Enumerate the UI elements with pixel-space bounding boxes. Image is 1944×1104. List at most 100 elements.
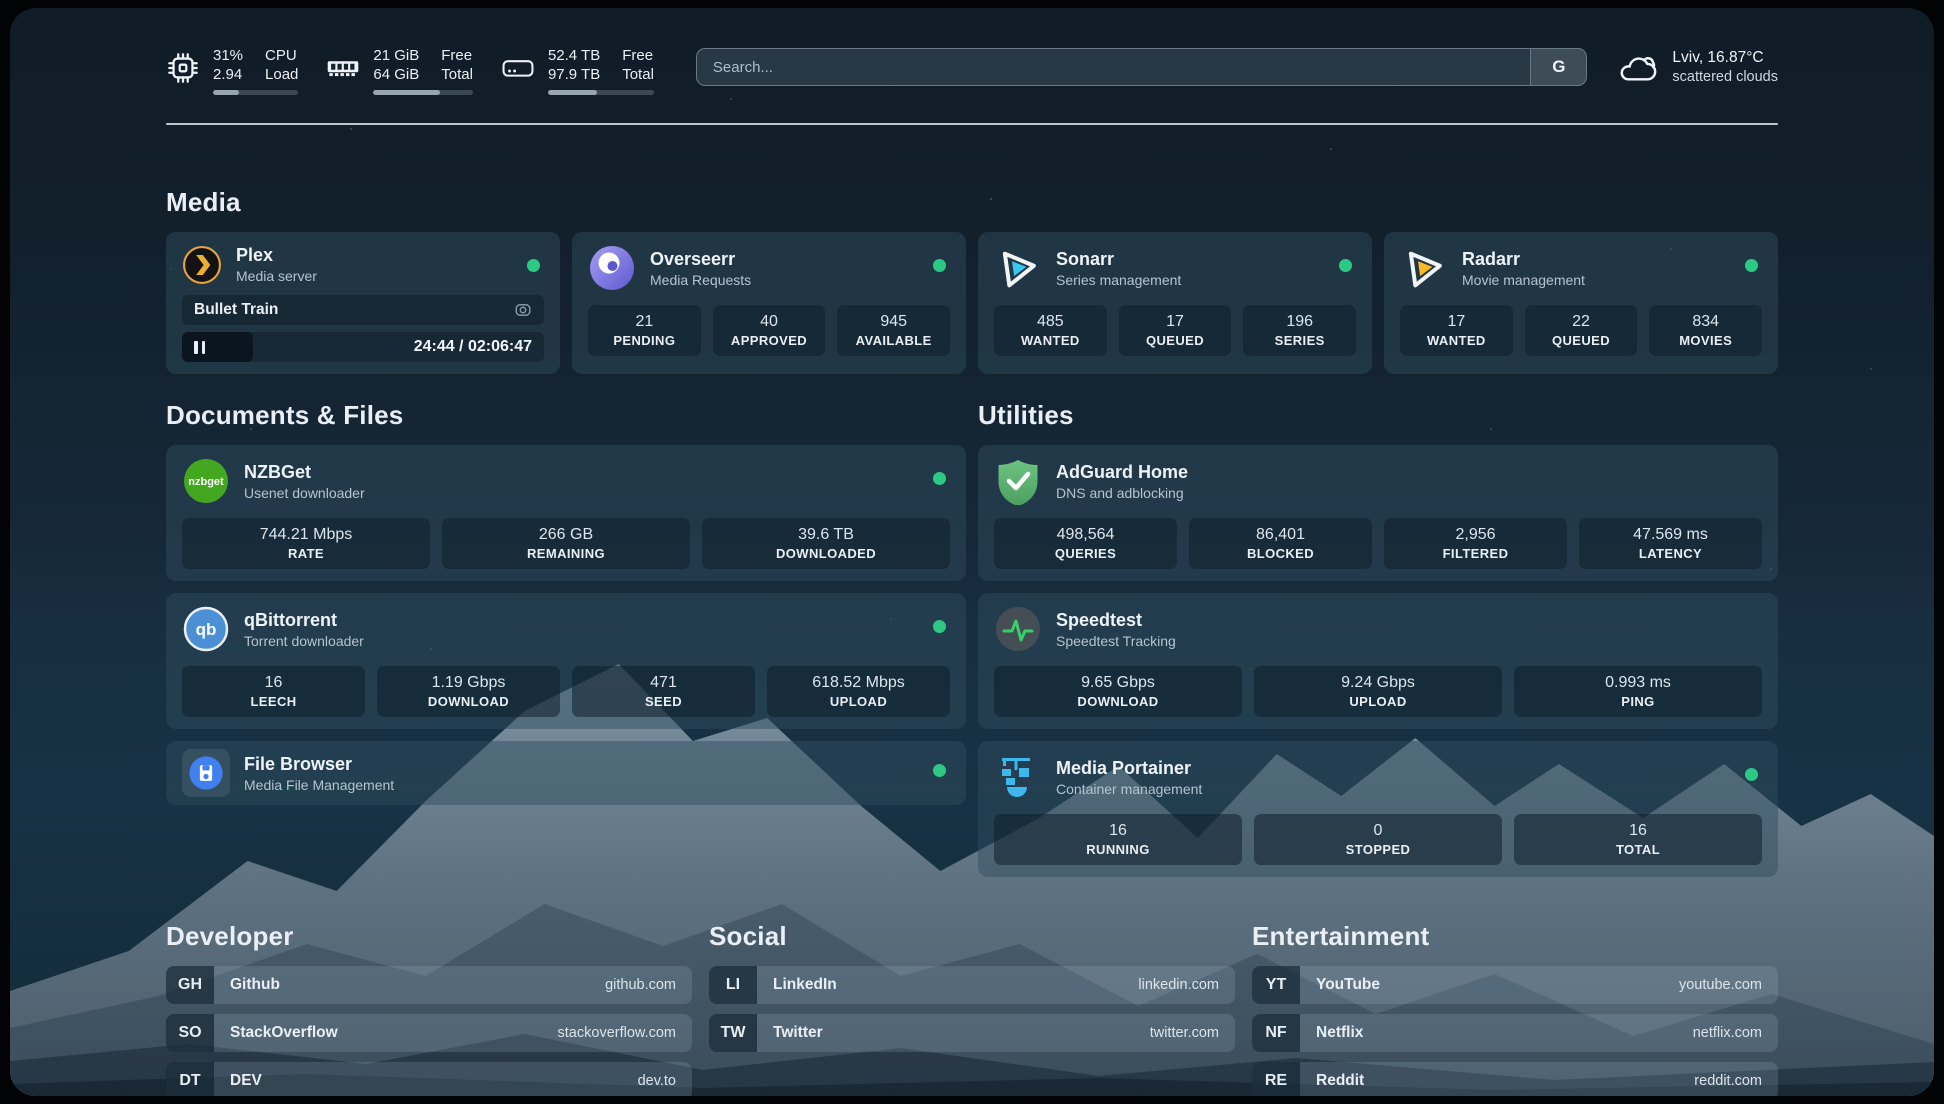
stat-label: SEED (576, 693, 751, 710)
stat-value: 945 (841, 311, 946, 332)
stat-value: 2,956 (1388, 524, 1563, 545)
status-dot (933, 472, 946, 485)
app-card-sonarr[interactable]: Sonarr Series management 485 WANTED 17 Q… (978, 232, 1372, 374)
status-dot (1745, 768, 1758, 781)
video-camera-icon (514, 301, 532, 319)
stat-value: 86,401 (1193, 524, 1368, 545)
bookmark-name: Reddit (1316, 1072, 1364, 1090)
section-media: Media Plex Media server (166, 187, 1778, 374)
stat-label: BLOCKED (1193, 545, 1368, 562)
bookmark-abbr: NF (1252, 1014, 1300, 1052)
app-card-nzbget[interactable]: nzbget NZBGet Usenet downloader 744.21 M… (166, 445, 966, 581)
bookmark-url: reddit.com (1694, 1073, 1762, 1089)
stat-label: QUEUED (1529, 332, 1634, 349)
cpu-progress-fill (213, 90, 239, 95)
stat-total: 16 TOTAL (1514, 814, 1762, 865)
bookmark-abbr: YT (1252, 966, 1300, 1004)
stat-label: WANTED (998, 332, 1103, 349)
disk-free-label: Free (622, 46, 654, 65)
app-card-filebrowser[interactable]: File Browser Media File Management (166, 741, 966, 805)
dashboard-frame: 31% 2.94 CPU Load (10, 8, 1934, 1096)
stat-label: RATE (186, 545, 426, 562)
app-name: Sonarr (1056, 248, 1181, 271)
bookmark-name: StackOverflow (230, 1024, 338, 1042)
bookmark-github[interactable]: GH Github github.com (166, 966, 692, 1004)
top-bar: 31% 2.94 CPU Load (166, 46, 1778, 95)
cpu-usage-value: 31% (213, 46, 243, 65)
stat-label: LEECH (186, 693, 361, 710)
stat-value: 744.21 Mbps (186, 524, 426, 545)
stat-value: 1.19 Gbps (381, 672, 556, 693)
stat-download: 1.19 Gbps DOWNLOAD (377, 666, 560, 717)
stat-value: 471 (576, 672, 751, 693)
bookmark-stackoverflow[interactable]: SO StackOverflow stackoverflow.com (166, 1014, 692, 1052)
stat-value: 618.52 Mbps (771, 672, 946, 693)
stat-value: 16 (998, 820, 1238, 841)
svg-text:nzbget: nzbget (188, 476, 224, 488)
stat-queries: 498,564 QUERIES (994, 518, 1177, 569)
ram-icon (326, 51, 360, 85)
app-card-portainer[interactable]: Media Portainer Container management 16 … (978, 741, 1778, 877)
bookmark-abbr: DT (166, 1062, 214, 1096)
app-subtitle: Torrent downloader (244, 632, 364, 650)
disk-free-value: 52.4 TB (548, 46, 600, 65)
plex-icon (182, 245, 222, 285)
bookmark-url: netflix.com (1693, 1025, 1762, 1041)
app-card-overseerr[interactable]: Overseerr Media Requests 21 PENDING 40 A… (572, 232, 966, 374)
bookmark-dev[interactable]: DT DEV dev.to (166, 1062, 692, 1096)
adguard-icon (994, 457, 1042, 505)
stat-label: AVAILABLE (841, 332, 946, 349)
stat-wanted: 17 WANTED (1400, 305, 1513, 356)
bookmark-twitter[interactable]: TW Twitter twitter.com (709, 1014, 1235, 1052)
stat-available: 945 AVAILABLE (837, 305, 950, 356)
cpu-load-value: 2.94 (213, 65, 243, 84)
app-name: NZBGet (244, 461, 365, 484)
bookmark-netflix[interactable]: NF Netflix netflix.com (1252, 1014, 1778, 1052)
bookmark-abbr: GH (166, 966, 214, 1004)
bookmark-reddit[interactable]: RE Reddit reddit.com (1252, 1062, 1778, 1096)
stat-movies: 834 MOVIES (1649, 305, 1762, 356)
weather-location-temperature: Lviv, 16.87°C (1672, 48, 1778, 68)
bookmark-abbr: TW (709, 1014, 757, 1052)
cpu-load-label: Load (265, 65, 298, 84)
pause-icon[interactable] (194, 341, 205, 354)
app-card-plex[interactable]: Plex Media server Bullet Train (166, 232, 560, 374)
now-playing-title: Bullet Train (194, 301, 278, 319)
app-card-adguard[interactable]: AdGuard Home DNS and adblocking 498,564 … (978, 445, 1778, 581)
stat-label: TOTAL (1518, 841, 1758, 858)
search-input[interactable] (697, 49, 1531, 85)
stat-label: QUEUED (1123, 332, 1228, 349)
stat-stopped: 0 STOPPED (1254, 814, 1502, 865)
bookmark-youtube[interactable]: YT YouTube youtube.com (1252, 966, 1778, 1004)
cpu-usage-label: CPU (265, 46, 298, 65)
bookmark-url: dev.to (638, 1073, 676, 1089)
bookmark-name: LinkedIn (773, 976, 837, 994)
search-engine-button[interactable]: G (1530, 49, 1586, 85)
app-card-radarr[interactable]: Radarr Movie management 17 WANTED 22 QUE… (1384, 232, 1778, 374)
section-entertainment: Entertainment YT YouTube youtube.com NF … (1252, 921, 1778, 1096)
stat-label: SERIES (1247, 332, 1352, 349)
section-title-developer: Developer (166, 921, 692, 952)
stat-label: DOWNLOAD (381, 693, 556, 710)
stat-value: 9.24 Gbps (1258, 672, 1498, 693)
stat-value: 40 (717, 311, 822, 332)
playback-progress-bar: 24:44 / 02:06:47 (182, 332, 544, 362)
cpu-progress-bar (213, 90, 298, 95)
memory-progress-bar (373, 90, 473, 95)
playback-progress-fill[interactable] (182, 332, 253, 362)
app-card-qbittorrent[interactable]: qb qBittorrent Torrent downloader 16 (166, 593, 966, 729)
stat-label: DOWNLOADED (706, 545, 946, 562)
stat-download: 9.65 Gbps DOWNLOAD (994, 666, 1242, 717)
app-name: Overseerr (650, 248, 751, 271)
stat-value: 196 (1247, 311, 1352, 332)
app-subtitle: Media File Management (244, 776, 394, 794)
bookmark-linkedin[interactable]: LI LinkedIn linkedin.com (709, 966, 1235, 1004)
cpu-chip-icon (166, 51, 200, 85)
section-title-entertainment: Entertainment (1252, 921, 1778, 952)
disk-total-label: Total (622, 65, 654, 84)
stat-blocked: 86,401 BLOCKED (1189, 518, 1372, 569)
weather-condition: scattered clouds (1672, 68, 1778, 87)
app-card-speedtest[interactable]: Speedtest Speedtest Tracking 9.65 Gbps D… (978, 593, 1778, 729)
bookmark-name: Github (230, 976, 280, 994)
sonarr-icon (994, 244, 1042, 292)
